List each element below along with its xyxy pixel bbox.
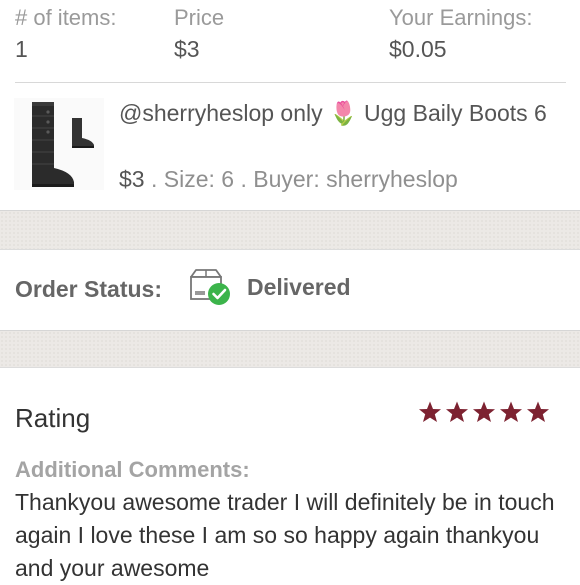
delivered-box-icon	[188, 267, 232, 307]
earnings-label: Your Earnings:	[389, 5, 533, 30]
price-column: Price $3	[174, 4, 224, 64]
items-count-label: # of items:	[15, 5, 117, 30]
listing-price: $3	[119, 166, 145, 192]
rating-section: Rating Additional Comments: Thankyou awe…	[0, 367, 580, 581]
listing-thumbnail[interactable]	[14, 98, 104, 190]
comments-text: Thankyou awesome trader I will definitel…	[15, 489, 555, 581]
order-status-value: Delivered	[247, 274, 351, 300]
listing-title[interactable]: @sherryheslop only 🌷 Ugg Baily Boots 6	[119, 97, 559, 130]
section-separator	[0, 330, 580, 368]
earnings-column: Your Earnings: $0.05	[389, 4, 533, 64]
listing-row[interactable]: @sherryheslop only 🌷 Ugg Baily Boots 6 $…	[0, 83, 580, 211]
star-icon	[446, 401, 468, 422]
order-status-label: Order Status:	[15, 276, 162, 302]
comments-label: Additional Comments:	[15, 457, 250, 482]
boots-thumbnail	[32, 102, 94, 187]
earnings-value: $0.05	[389, 36, 447, 62]
star-icon	[419, 401, 441, 422]
star-icon	[527, 401, 549, 422]
price-label: Price	[174, 5, 225, 30]
order-summary: # of items: 1 Price $3 Your Earnings: $0…	[0, 0, 580, 82]
order-status-row: Order Status: Delivered	[0, 249, 580, 329]
star-icon	[500, 401, 522, 422]
price-value: $3	[174, 36, 200, 62]
star-icon	[473, 401, 495, 422]
rating-stars	[418, 400, 550, 424]
rating-title: Rating	[15, 403, 91, 433]
listing-meta: $3 . Size: 6 . Buyer: sherryheslop	[119, 163, 458, 196]
listing-size-buyer: . Size: 6 . Buyer: sherryheslop	[144, 166, 458, 192]
items-count-value: 1	[15, 36, 28, 62]
section-separator	[0, 210, 580, 250]
items-count-column: # of items: 1	[15, 4, 116, 64]
